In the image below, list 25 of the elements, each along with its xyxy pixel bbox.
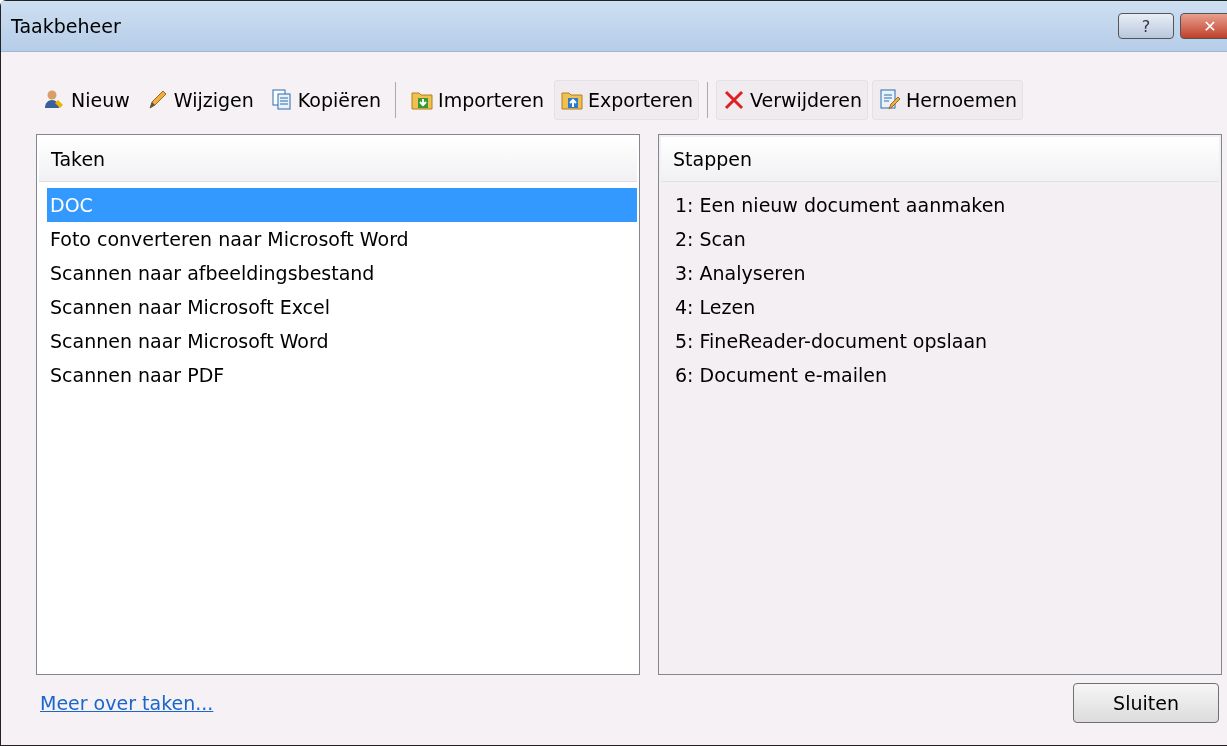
help-button[interactable]: ? xyxy=(1118,13,1174,39)
column-header[interactable]: Stappen xyxy=(661,137,1219,182)
toolbar-button[interactable]: Nieuw xyxy=(37,80,136,120)
toolbar-button[interactable]: Verwijderen xyxy=(715,80,868,120)
toolbar-button[interactable]: Importeren xyxy=(404,80,550,120)
toolbar-button[interactable]: Hernoemen xyxy=(871,80,1023,120)
step-item: 3: Analyseren xyxy=(674,261,807,286)
task-item[interactable]: Scannen naar Microsoft Excel xyxy=(47,290,637,324)
task-item[interactable]: Scannen naar Microsoft Word xyxy=(47,324,637,358)
task-item[interactable]: Foto converteren naar Microsoft Word xyxy=(47,222,637,256)
step-item: 2: Scan xyxy=(674,227,747,252)
step-item: 5: FineReader-document opslaan xyxy=(674,329,989,354)
task-item[interactable]: Scannen naar PDF xyxy=(47,358,637,392)
close-dialog-button[interactable]: Sluiten xyxy=(1073,683,1219,723)
help-link[interactable]: Meer over taken... xyxy=(40,692,214,714)
toolbar-button[interactable]: Kopiëren xyxy=(263,80,388,120)
window-title: Taakbeheer xyxy=(11,15,122,37)
toolbar-button[interactable]: Wijzigen xyxy=(139,80,260,120)
document-icon xyxy=(877,88,902,112)
task-item[interactable]: Scannen naar afbeeldingsbestand xyxy=(47,256,637,290)
step-item: 1: Een nieuw document aanmaken xyxy=(674,193,1007,218)
step-item: 6: Document e-mailen xyxy=(674,363,888,388)
document-icon xyxy=(269,88,294,112)
step-item: 4: Lezen xyxy=(674,295,757,320)
toolbar-button[interactable]: Exporteren xyxy=(553,80,699,120)
